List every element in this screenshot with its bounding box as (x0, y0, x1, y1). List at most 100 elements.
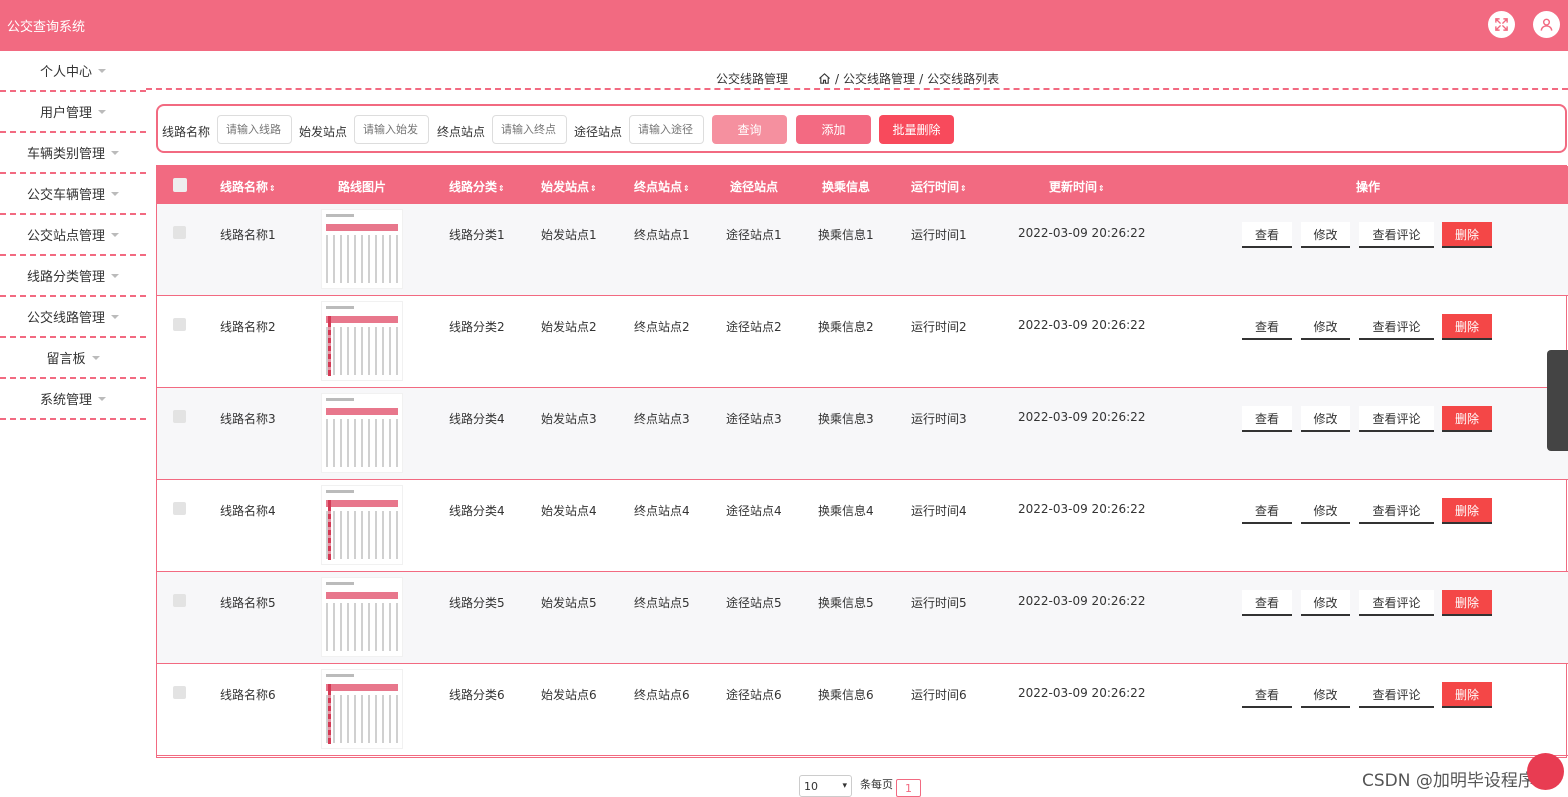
start-station-input[interactable] (354, 115, 429, 144)
side-drawer-handle[interactable] (1547, 350, 1568, 451)
col-run-time[interactable]: 运行时间⇕ (911, 178, 967, 195)
sort-icon: ⇕ (960, 184, 967, 193)
sidebar-item-bus-routes[interactable]: 公交线路管理 (0, 297, 146, 338)
comments-button[interactable]: 查看评论 (1359, 314, 1434, 340)
col-category[interactable]: 线路分类⇕ (449, 178, 505, 195)
cell-route-name: 线路名称1 (220, 228, 276, 242)
edit-button[interactable]: 修改 (1301, 498, 1350, 524)
comments-button[interactable]: 查看评论 (1359, 222, 1434, 248)
delete-button[interactable]: 删除 (1442, 314, 1492, 340)
col-label: 线路分类 (449, 180, 498, 194)
row-checkbox[interactable] (173, 686, 186, 699)
query-button[interactable]: 查询 (712, 115, 787, 144)
cell-start: 始发站点4 (541, 504, 597, 518)
chevron-down-icon (111, 273, 119, 278)
cell-end: 终点站点3 (634, 412, 690, 426)
view-button[interactable]: 查看 (1242, 406, 1292, 432)
cell-transfer: 换乘信息3 (818, 412, 874, 426)
cell-end: 终点站点1 (634, 228, 690, 242)
cell-category: 线路分类5 (449, 596, 505, 610)
route-image[interactable] (321, 577, 403, 657)
view-button[interactable]: 查看 (1242, 498, 1292, 524)
sidebar-item-bus-stops[interactable]: 公交站点管理 (0, 215, 146, 256)
comments-button[interactable]: 查看评论 (1359, 406, 1434, 432)
cell-via: 途径站点3 (726, 412, 782, 426)
route-name-label: 线路名称 (162, 125, 211, 139)
breadcrumb-separator: / (835, 71, 840, 86)
view-button[interactable]: 查看 (1242, 314, 1292, 340)
sidebar-item-label: 留言板 (46, 352, 86, 367)
add-button[interactable]: 添加 (796, 115, 871, 144)
cell-via: 途径站点2 (726, 320, 782, 334)
route-image[interactable] (321, 669, 403, 749)
home-icon[interactable] (818, 72, 831, 85)
cell-start: 始发站点6 (541, 688, 597, 702)
delete-button[interactable]: 删除 (1442, 498, 1492, 524)
comments-button[interactable]: 查看评论 (1359, 590, 1434, 616)
delete-button[interactable]: 删除 (1442, 222, 1492, 248)
sidebar-item-personal-center[interactable]: 个人中心 (0, 51, 146, 92)
floating-action-button[interactable] (1527, 753, 1564, 790)
col-route-name[interactable]: 线路名称⇕ (220, 178, 276, 195)
select-all-checkbox[interactable] (173, 178, 187, 192)
edit-button[interactable]: 修改 (1301, 682, 1350, 708)
comments-button[interactable]: 查看评论 (1359, 682, 1434, 708)
comments-button[interactable]: 查看评论 (1359, 498, 1434, 524)
table-row: 线路名称4 线路分类4 始发站点4 终点站点4 途径站点4 换乘信息4 运行时间4 2022-… (157, 480, 1568, 572)
edit-button[interactable]: 修改 (1301, 590, 1350, 616)
delete-button[interactable]: 删除 (1442, 590, 1492, 616)
end-station-input[interactable] (492, 115, 567, 144)
sidebar-item-system[interactable]: 系统管理 (0, 379, 146, 420)
route-image[interactable] (321, 301, 403, 381)
chevron-down-icon (98, 109, 106, 114)
sidebar-item-vehicle-category[interactable]: 车辆类别管理 (0, 133, 146, 174)
cell-route-name: 线路名称5 (220, 596, 276, 610)
col-updated[interactable]: 更新时间⇕ (1049, 178, 1105, 195)
route-image[interactable] (321, 209, 403, 289)
batch-delete-button[interactable]: 批量删除 (879, 115, 954, 144)
view-button[interactable]: 查看 (1242, 682, 1292, 708)
cell-category: 线路分类1 (449, 228, 505, 242)
table-row: 线路名称2 线路分类2 始发站点2 终点站点2 途径站点2 换乘信息2 运行时间2 2022-… (157, 296, 1568, 388)
row-checkbox[interactable] (173, 594, 186, 607)
cell-route-name: 线路名称2 (220, 320, 276, 334)
cell-run-time: 运行时间4 (911, 504, 967, 518)
user-icon[interactable] (1533, 11, 1560, 38)
route-image[interactable] (321, 393, 403, 473)
sidebar-item-route-category[interactable]: 线路分类管理 (0, 256, 146, 297)
view-button[interactable]: 查看 (1242, 222, 1292, 248)
edit-button[interactable]: 修改 (1301, 222, 1350, 248)
sidebar-item-label: 线路分类管理 (26, 270, 105, 285)
edit-button[interactable]: 修改 (1301, 314, 1350, 340)
sidebar-item-message-board[interactable]: 留言板 (0, 338, 146, 379)
page-size-select[interactable]: 10 ▾ (799, 775, 852, 797)
col-end[interactable]: 终点站点⇕ (634, 178, 690, 195)
page-number-button[interactable]: 1 (896, 779, 921, 797)
sidebar-item-label: 公交车辆管理 (26, 188, 105, 203)
cell-updated: 2022-03-09 20:26:22 (1018, 686, 1146, 700)
chevron-down-icon: ▾ (842, 781, 847, 791)
breadcrumb-level1[interactable]: 公交线路管理 (843, 70, 915, 87)
cell-updated: 2022-03-09 20:26:22 (1018, 226, 1146, 240)
view-button[interactable]: 查看 (1242, 590, 1292, 616)
col-transfer: 换乘信息 (822, 180, 871, 194)
edit-button[interactable]: 修改 (1301, 406, 1350, 432)
col-image: 路线图片 (338, 180, 387, 194)
fullscreen-icon[interactable] (1488, 11, 1515, 38)
row-checkbox[interactable] (173, 410, 186, 423)
delete-button[interactable]: 删除 (1442, 682, 1492, 708)
col-start[interactable]: 始发站点⇕ (541, 178, 597, 195)
search-form: 线路名称 始发站点 终点站点 途径站点 查询 添加 批量删除 (156, 104, 1567, 153)
cell-via: 途径站点5 (726, 596, 782, 610)
delete-button[interactable]: 删除 (1442, 406, 1492, 432)
sidebar-item-bus-vehicles[interactable]: 公交车辆管理 (0, 174, 146, 215)
row-checkbox[interactable] (173, 318, 186, 331)
via-station-input[interactable] (629, 115, 704, 144)
row-checkbox[interactable] (173, 226, 186, 239)
page-size-value: 10 (804, 779, 818, 793)
cell-via: 途径站点4 (726, 504, 782, 518)
sidebar-item-users[interactable]: 用户管理 (0, 92, 146, 133)
route-image[interactable] (321, 485, 403, 565)
route-name-input[interactable] (217, 115, 292, 144)
row-checkbox[interactable] (173, 502, 186, 515)
